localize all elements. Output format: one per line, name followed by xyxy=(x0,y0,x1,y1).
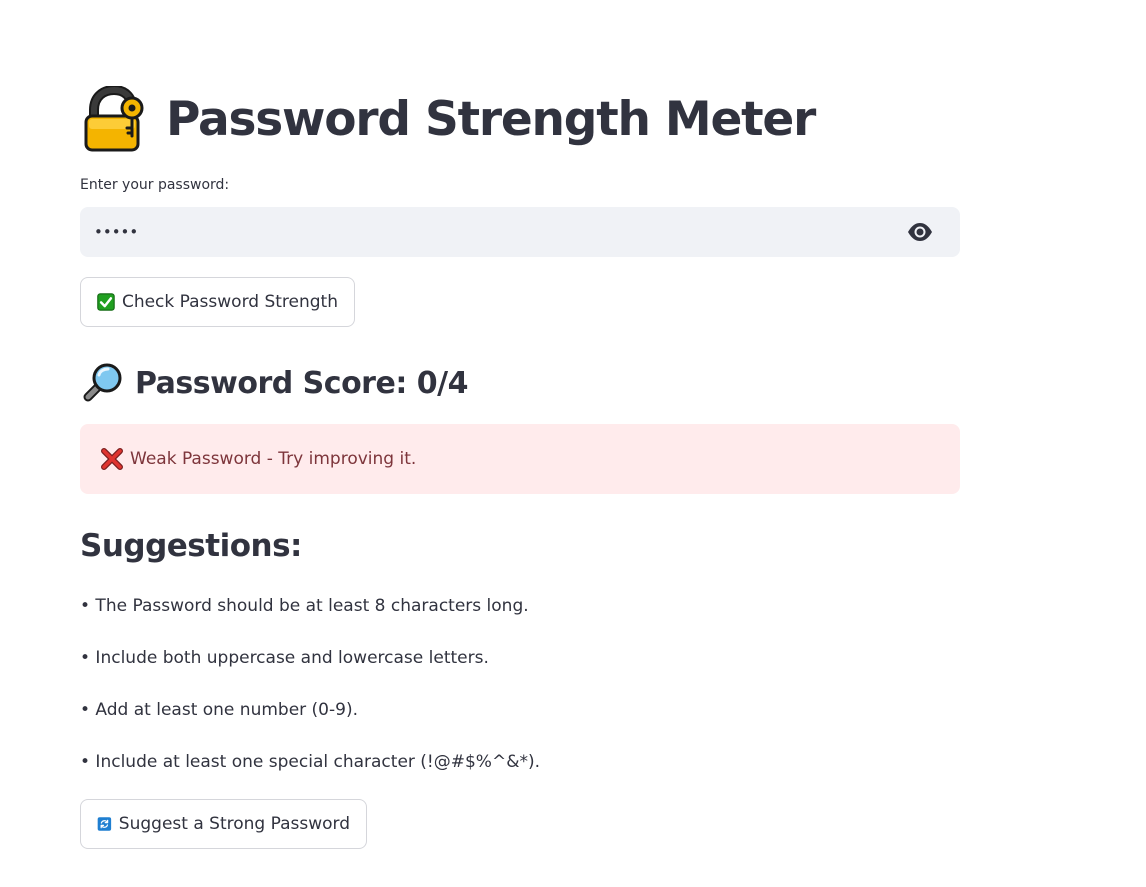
magnifier-icon xyxy=(83,363,122,402)
weak-password-alert: Weak Password - Try improving it. xyxy=(80,424,960,494)
suggestion-item: • Include at least one special character… xyxy=(80,752,540,772)
suggestions-heading: Suggestions: xyxy=(80,528,302,564)
suggestion-item: • The Password should be at least 8 char… xyxy=(80,596,529,616)
check-mark-icon xyxy=(97,293,115,311)
password-field-label: Enter your password: xyxy=(80,177,230,193)
suggestion-item: • Add at least one number (0-9). xyxy=(80,700,358,720)
eye-icon[interactable] xyxy=(906,220,934,244)
page-title-text: Password Strength Meter xyxy=(166,91,816,147)
password-score-text: Password Score: 0/4 xyxy=(135,365,468,401)
alert-text: Weak Password - Try improving it. xyxy=(130,449,417,469)
suggest-button-label: Suggest a Strong Password xyxy=(118,814,350,834)
refresh-icon xyxy=(97,817,112,831)
suggestion-item: • Include both uppercase and lowercase l… xyxy=(80,648,489,668)
cross-mark-icon xyxy=(101,448,123,470)
check-button-label: Check Password Strength xyxy=(121,292,338,312)
password-field xyxy=(80,207,960,257)
lock-with-key-icon xyxy=(84,86,144,152)
suggest-strong-password-button[interactable]: Suggest a Strong Password xyxy=(80,799,367,849)
check-password-strength-button[interactable]: Check Password Strength xyxy=(80,277,355,327)
password-input[interactable] xyxy=(94,207,874,257)
password-score-heading: Password Score: 0/4 xyxy=(80,358,468,408)
page-title: Password Strength Meter xyxy=(80,86,816,152)
